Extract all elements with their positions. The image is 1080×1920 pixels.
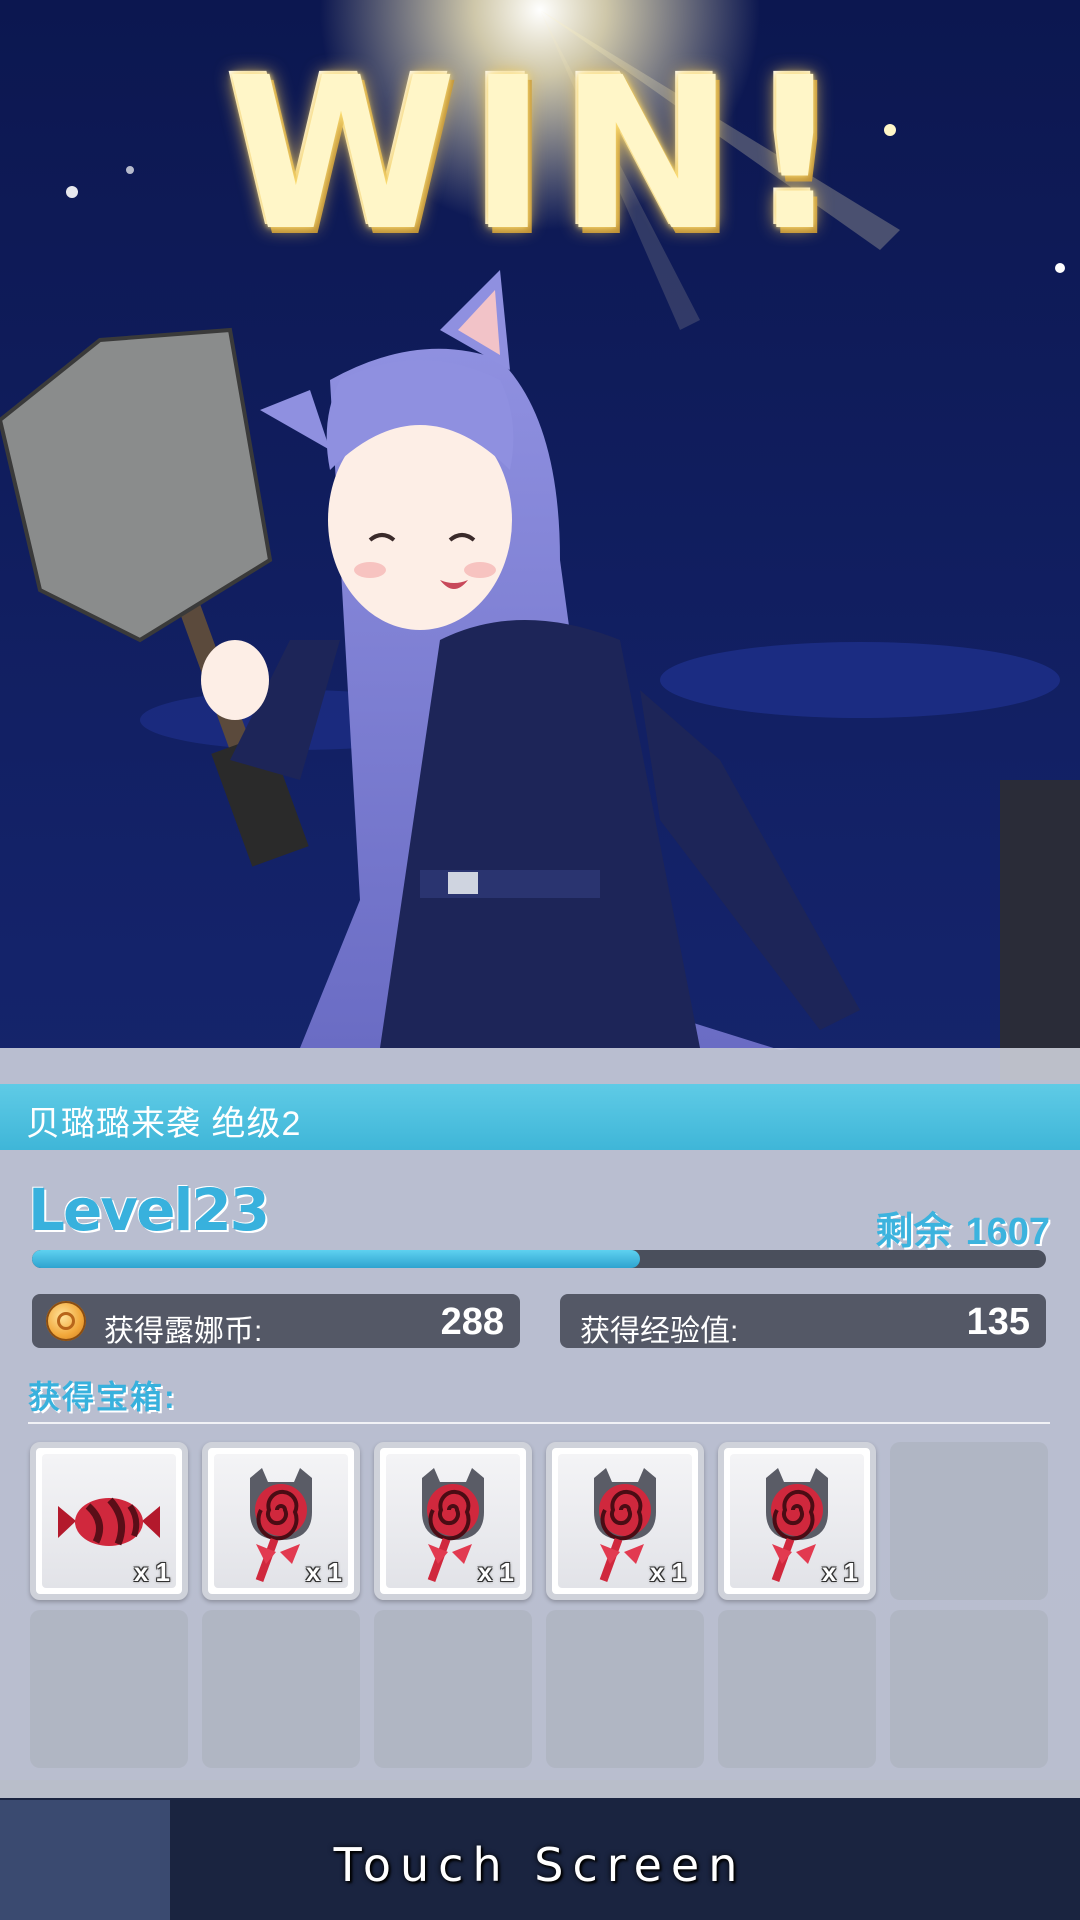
- exp-gained-label: 获得经验值:: [580, 1315, 739, 1348]
- reward-quantity: x 1: [649, 1557, 686, 1587]
- reward-slot[interactable]: x 1: [374, 1442, 532, 1600]
- coins-gained-value: 288: [440, 1301, 504, 1343]
- reward-quantity: x 1: [477, 1557, 514, 1587]
- reward-slot[interactable]: x 1: [30, 1442, 188, 1600]
- remaining-exp-label: 剩余: [875, 1211, 952, 1253]
- coins-gained-box: 获得露娜币: 288: [32, 1294, 520, 1348]
- remaining-exp-value: 1607: [965, 1211, 1050, 1253]
- win-banner: WIN!: [225, 32, 855, 277]
- result-panel: 贝璐璐来袭 绝级2 Level23 剩余 1607 获得露娜币: 288 获得经验…: [0, 1048, 1080, 1798]
- reward-slot[interactable]: x 1: [546, 1442, 704, 1600]
- empty-reward-slot: [890, 1610, 1048, 1768]
- reward-slot[interactable]: x 1: [718, 1442, 876, 1600]
- stage-name-bar: 贝璐璐来袭 绝级2: [0, 1084, 1080, 1150]
- stage-name: 贝璐璐来袭 绝级2: [26, 1105, 302, 1143]
- coins-gained-label: 获得露娜币:: [104, 1315, 263, 1348]
- reward-quantity: x 1: [821, 1557, 858, 1587]
- reward-quantity: x 1: [305, 1557, 342, 1587]
- empty-reward-slot: [374, 1610, 532, 1768]
- divider: [28, 1422, 1050, 1424]
- reward-quantity: x 1: [133, 1557, 170, 1587]
- exp-progress-bar: [32, 1250, 1046, 1268]
- empty-reward-slot: [718, 1610, 876, 1768]
- empty-reward-slot: [202, 1610, 360, 1768]
- player-level: Level23: [28, 1176, 270, 1244]
- exp-gained-value: 135: [966, 1301, 1030, 1343]
- exp-progress-fill: [32, 1250, 641, 1268]
- touch-screen-prompt[interactable]: Touch Screen: [0, 1838, 1080, 1892]
- reward-slot[interactable]: x 1: [202, 1442, 360, 1600]
- chest-rewards-label: 获得宝箱:: [28, 1379, 177, 1415]
- remaining-exp: 剩余 1607: [875, 1200, 1050, 1255]
- empty-reward-slot: [890, 1442, 1048, 1600]
- victory-screen[interactable]: WIN! 贝璐璐来袭 绝级2 Level23 剩余 1607 获得露娜币: 288…: [0, 0, 1080, 1920]
- exp-gained-box: 获得经验值: 135: [560, 1294, 1046, 1348]
- luna-coin-icon: [46, 1301, 86, 1341]
- empty-reward-slot: [546, 1610, 704, 1768]
- empty-reward-slot: [30, 1610, 188, 1768]
